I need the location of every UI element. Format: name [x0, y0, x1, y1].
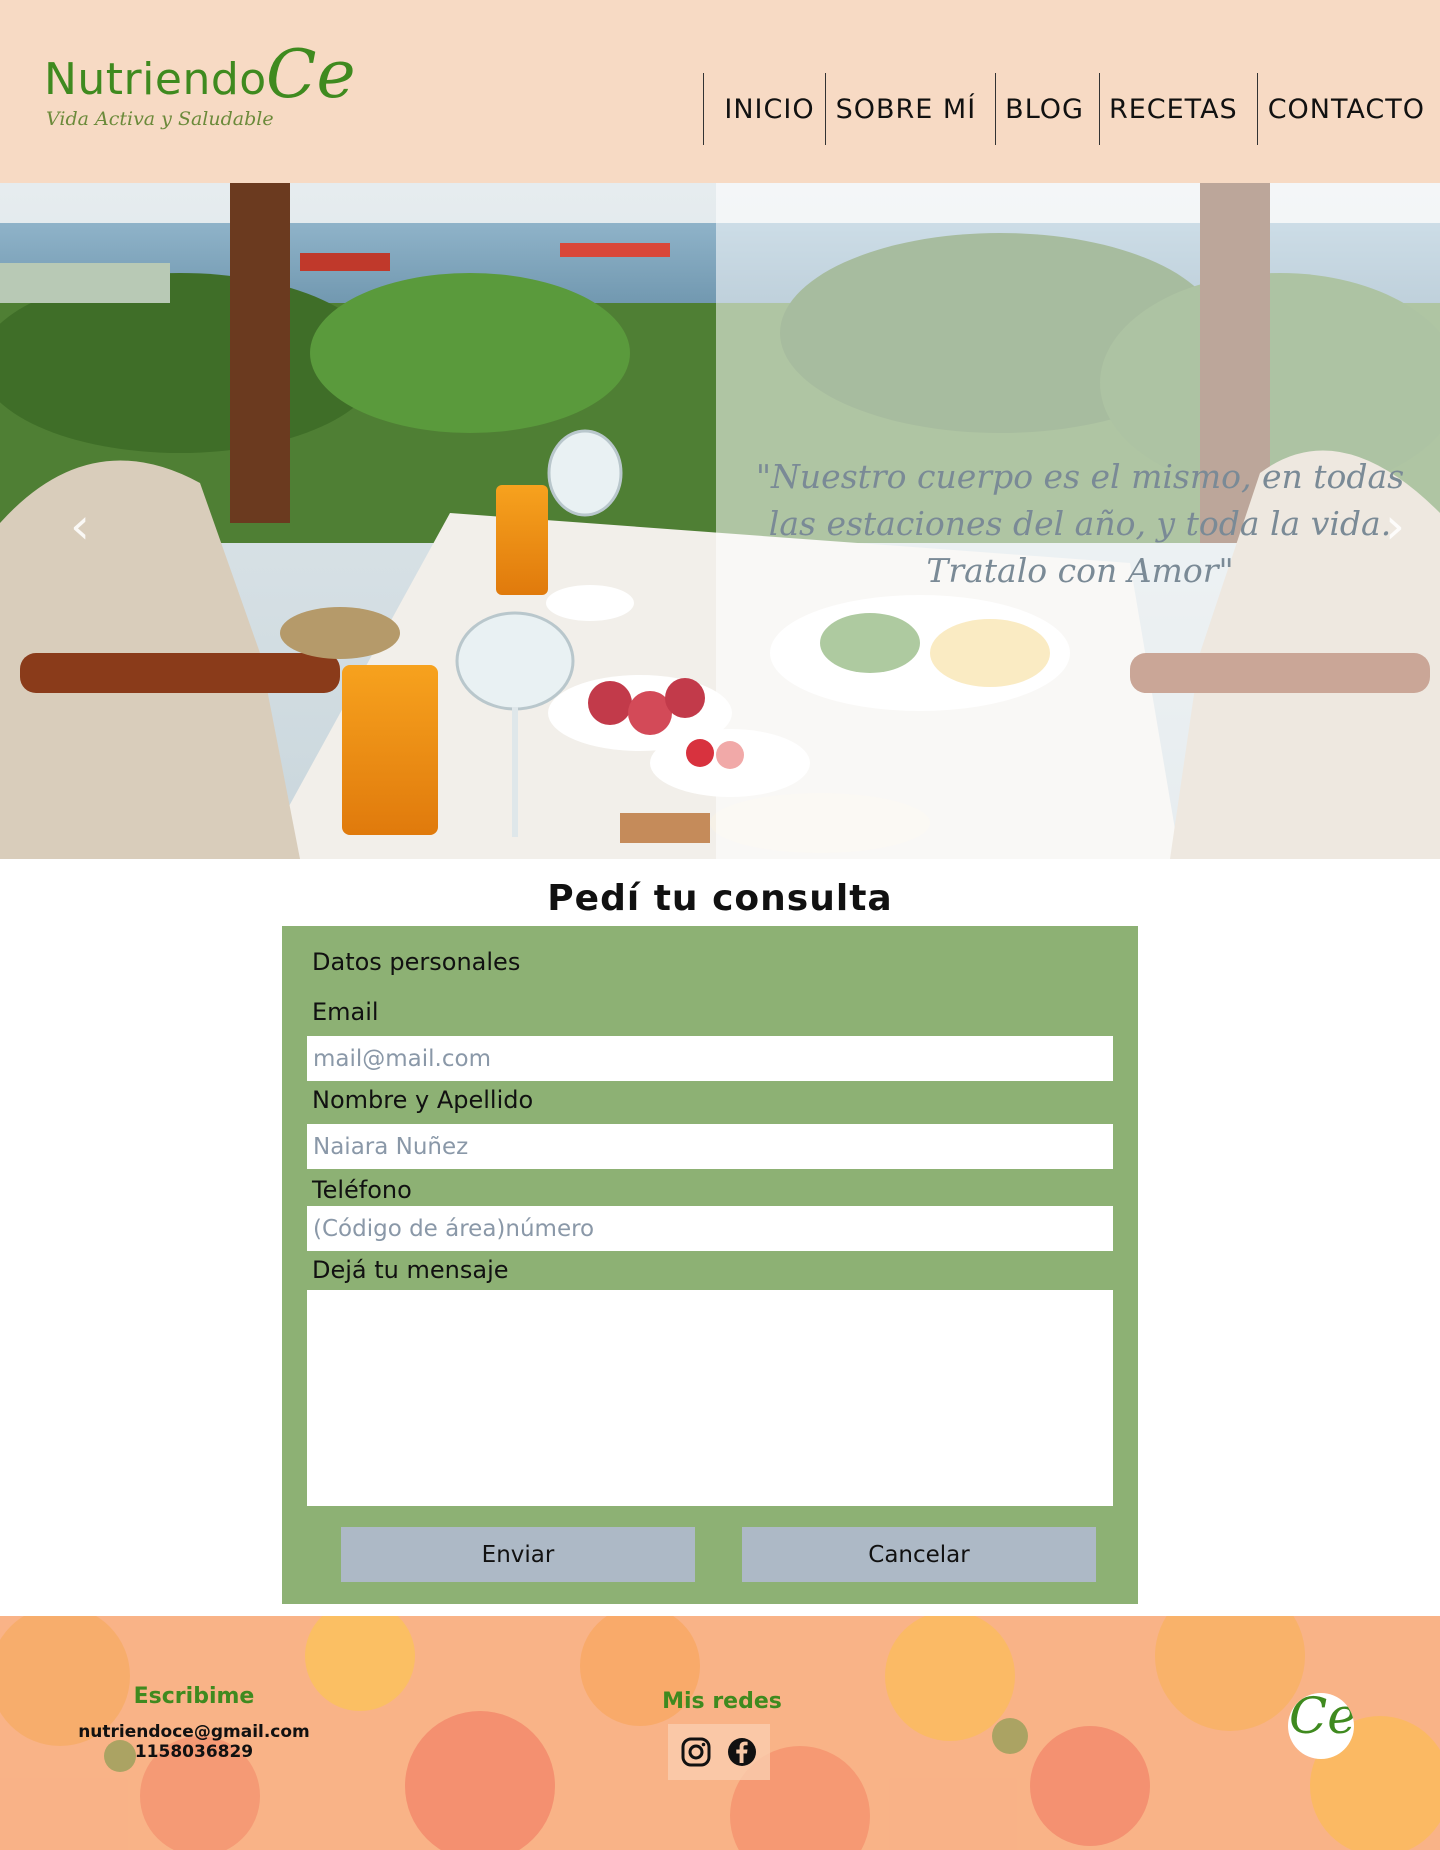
form-title: Pedí tu consulta	[547, 878, 893, 919]
site-header: Nutriendo Ce Vida Activa y Saludable INI…	[0, 0, 1440, 183]
name-field[interactable]	[307, 1124, 1113, 1169]
footer-phone: 1158036829	[134, 1742, 254, 1762]
nav-item-sobre-mi[interactable]: SOBRE MÍ	[824, 73, 996, 145]
footer-logo-mark: Ce	[1289, 1693, 1354, 1745]
cancel-button[interactable]: Cancelar	[742, 1527, 1096, 1582]
chevron-right-icon[interactable]: ›	[1385, 501, 1405, 551]
main-nav: INICIO SOBRE MÍ BLOG RECETAS CONTACTO	[703, 73, 1440, 145]
social-links	[668, 1724, 770, 1780]
brand-logo[interactable]: Nutriendo Ce Vida Activa y Saludable	[44, 36, 356, 140]
facebook-icon[interactable]	[724, 1734, 760, 1770]
hero-quote: "Nuestro cuerpo es el mismo, en todas la…	[755, 457, 1405, 590]
message-label: Dejá tu mensaje	[312, 1256, 509, 1284]
send-button[interactable]: Enviar	[341, 1527, 695, 1582]
name-label: Nombre y Apellido	[312, 1086, 534, 1114]
footer-write-title: Escribime	[133, 1684, 255, 1709]
site-footer: Escribime nutriendoce@gmail.com 11580368…	[0, 1616, 1440, 1850]
nav-item-inicio[interactable]: INICIO	[703, 73, 824, 145]
nav-item-blog[interactable]: BLOG	[995, 73, 1099, 145]
footer-socials-title: Mis redes	[662, 1689, 782, 1714]
footer-logo[interactable]: Ce	[1288, 1693, 1354, 1759]
logo-mark: Ce	[266, 36, 356, 113]
footer-email-link[interactable]: nutriendoce@gmail.com	[60, 1722, 328, 1742]
nav-item-contacto[interactable]: CONTACTO	[1256, 73, 1440, 145]
chevron-left-icon[interactable]: ‹	[70, 501, 90, 551]
message-textarea[interactable]	[307, 1290, 1113, 1506]
email-field[interactable]	[307, 1036, 1113, 1081]
form-legend: Datos personales	[312, 948, 521, 976]
logo-wordmark: Nutriendo	[44, 54, 267, 105]
phone-label: Teléfono	[312, 1176, 412, 1204]
phone-field[interactable]	[307, 1206, 1113, 1251]
nav-item-recetas[interactable]: RECETAS	[1098, 73, 1257, 145]
logo-tagline: Vida Activa y Saludable	[46, 108, 274, 130]
hero-carousel: "Nuestro cuerpo es el mismo, en todas la…	[0, 183, 1440, 859]
email-label: Email	[312, 998, 379, 1026]
consultation-form: Datos personales Email Nombre y Apellido…	[282, 926, 1138, 1604]
instagram-icon[interactable]	[678, 1734, 714, 1770]
